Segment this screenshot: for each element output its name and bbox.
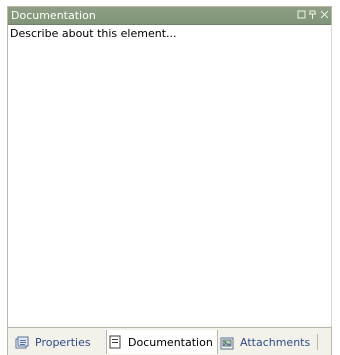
properties-icon (14, 335, 30, 351)
panel-titlebar[interactable]: Documentation (8, 7, 331, 25)
close-icon[interactable] (319, 9, 330, 20)
attachments-icon (219, 335, 235, 351)
documentation-panel: Documentation Describe about this elemen… (7, 6, 332, 355)
tab-documentation[interactable]: Documentation (106, 330, 218, 354)
tab-label: Properties (35, 336, 91, 349)
tab-attachments[interactable]: Attachments (219, 332, 310, 353)
tab-label: Documentation (128, 335, 213, 349)
documentation-editor[interactable]: Describe about this element... (8, 25, 332, 326)
tab-properties[interactable]: Properties (14, 332, 91, 353)
documentation-icon (107, 334, 123, 350)
tab-separator (317, 334, 318, 350)
pin-icon[interactable] (307, 9, 318, 20)
tab-label: Attachments (240, 336, 311, 349)
panel-title: Documentation (11, 9, 96, 22)
minimize-icon[interactable] (296, 9, 307, 20)
bottom-tab-bar: Properties Documentation Attachments (8, 327, 331, 355)
editor-placeholder-text: Describe about this element... (10, 27, 177, 40)
